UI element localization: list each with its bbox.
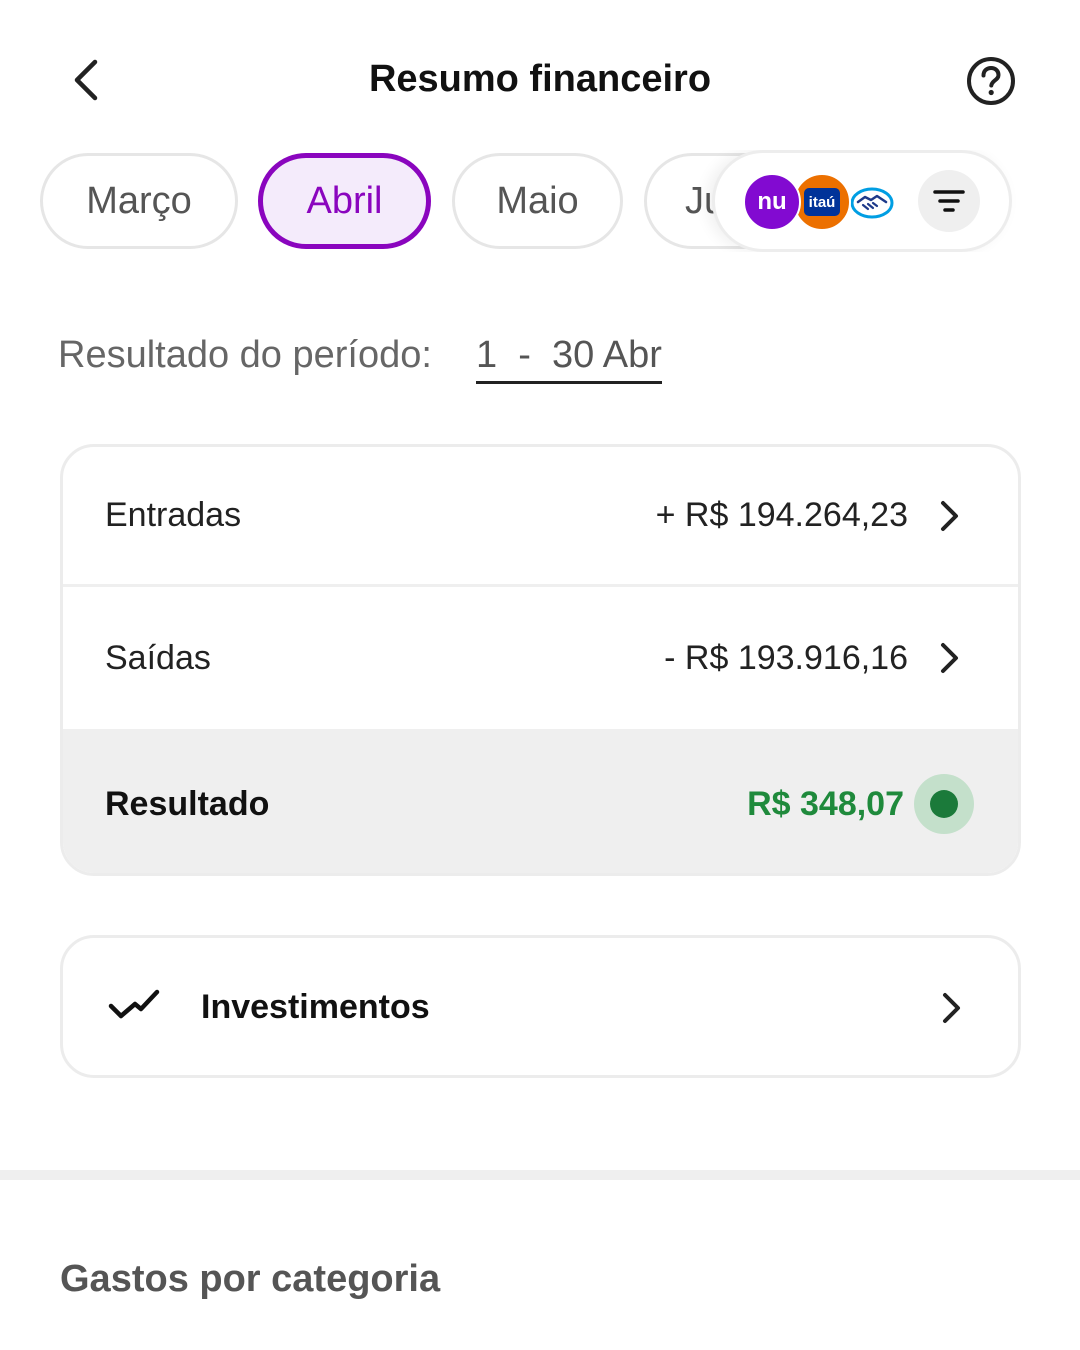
chevron-right-icon	[936, 988, 966, 1028]
chevron-right-icon	[934, 638, 964, 678]
help-button[interactable]	[964, 54, 1018, 108]
question-circle-icon	[967, 57, 1015, 105]
section-divider	[0, 1170, 1080, 1180]
page-title: Resumo financeiro	[368, 58, 712, 100]
resultado-row: Resultado R$ 348,07	[63, 729, 1018, 873]
nubank-logo-text: nu	[757, 188, 787, 215]
investimentos-card[interactable]: Investimentos	[60, 935, 1021, 1078]
month-chip-label: Abril	[306, 179, 383, 222]
bank-filter[interactable]: nu itaú	[712, 150, 1012, 252]
nubank-logo: nu	[743, 173, 801, 231]
entradas-label: Entradas	[105, 496, 242, 534]
chevron-right-icon	[934, 496, 964, 536]
saidas-row[interactable]: Saídas - R$ 193.916,16	[63, 587, 1018, 729]
resultado-label: Resultado	[105, 784, 270, 823]
month-chip-maio[interactable]: Maio	[452, 153, 623, 249]
header: Resumo financeiro	[0, 0, 1080, 160]
month-chip-label: Maio	[496, 179, 579, 222]
month-selector: Março Abril Maio Ju nu itaú	[0, 150, 1080, 252]
resultado-value: R$ 348,07	[747, 784, 904, 823]
mercado-pago-logo	[849, 183, 895, 223]
month-chip-marco[interactable]: Março	[40, 153, 238, 249]
month-chip-label: Março	[86, 179, 192, 222]
section-title: Gastos por categoria	[60, 1258, 441, 1300]
filter-button[interactable]	[918, 170, 980, 232]
filter-icon	[933, 190, 965, 212]
period-range-link[interactable]: 1 - 30 Abr	[476, 334, 662, 384]
itau-logo-text: itaú	[804, 188, 840, 216]
trend-check-icon	[108, 989, 160, 1019]
handshake-icon	[850, 187, 894, 219]
status-dot-icon	[914, 774, 974, 834]
investimentos-label: Investimentos	[201, 988, 430, 1026]
summary-card: Entradas + R$ 194.264,23 Saídas - R$ 193…	[60, 444, 1021, 876]
period-label: Resultado do período:	[58, 334, 432, 376]
entradas-row[interactable]: Entradas + R$ 194.264,23	[63, 447, 1018, 587]
itau-logo: itaú	[793, 173, 851, 231]
saidas-label: Saídas	[105, 638, 211, 677]
month-chip-abril[interactable]: Abril	[258, 153, 431, 249]
saidas-value: - R$ 193.916,16	[664, 638, 908, 677]
entradas-value: + R$ 194.264,23	[655, 496, 908, 534]
